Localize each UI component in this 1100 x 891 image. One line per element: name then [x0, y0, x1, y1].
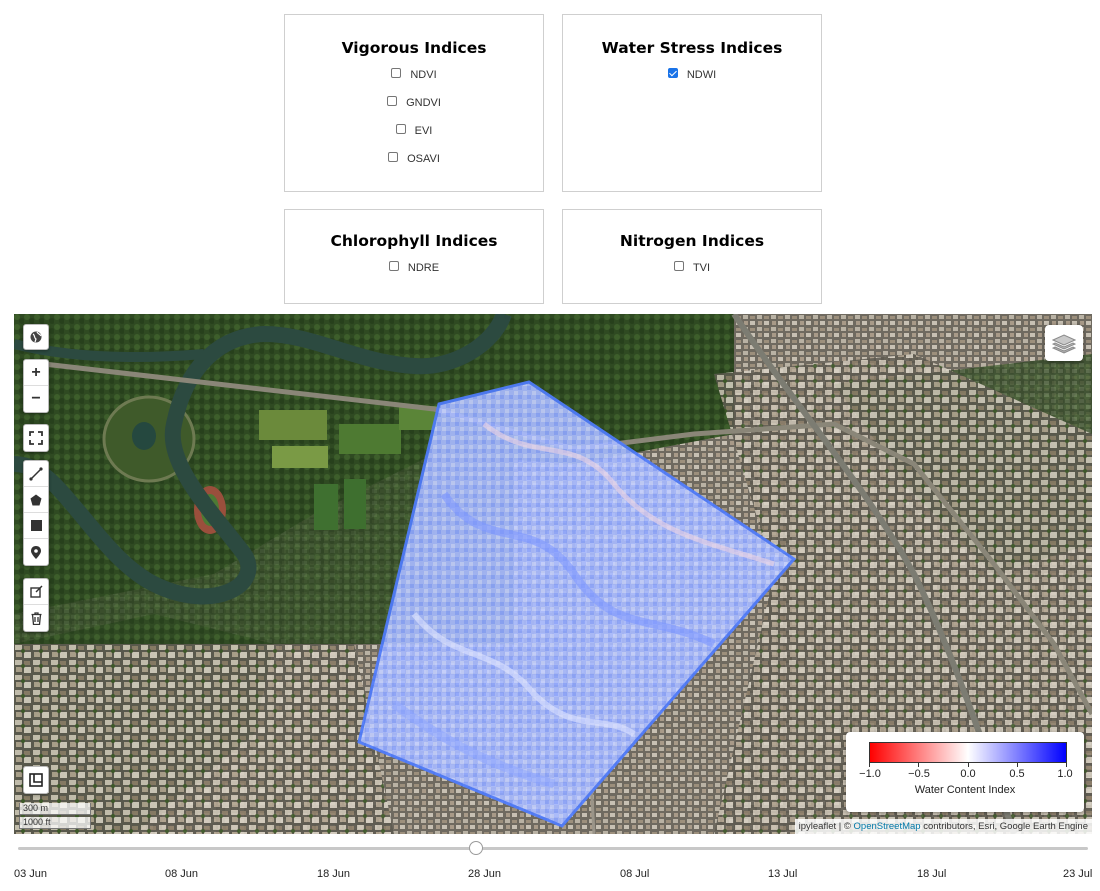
tick-mark — [1066, 763, 1067, 767]
attribution-suffix: contributors, Esri, Google Earth Engine — [920, 821, 1088, 832]
globe-icon[interactable] — [24, 325, 48, 349]
option-evi[interactable]: EVI — [285, 117, 543, 145]
zoom-control: + − — [23, 359, 49, 413]
polygon-icon[interactable] — [24, 487, 48, 513]
draw-toolbar — [23, 460, 49, 566]
date-label: 28 Jun — [468, 868, 502, 880]
tick-label: −1.0 — [859, 768, 881, 780]
edit-toolbar — [23, 578, 49, 632]
option-tvi[interactable]: TVI — [563, 254, 821, 282]
chlorophyll-indices-panel: Chlorophyll Indices NDRE — [284, 209, 544, 304]
tick-mark — [968, 763, 969, 767]
option-label: NDWI — [686, 69, 717, 81]
date-label: 08 Jun — [165, 868, 199, 880]
date-label: 13 Jul — [768, 868, 798, 880]
nitrogen-indices-panel: Nitrogen Indices TVI — [562, 209, 822, 304]
date-label: 18 Jul — [917, 868, 947, 880]
layers-icon — [1052, 334, 1076, 354]
option-label: OSAVI — [407, 153, 440, 165]
colorbar — [869, 742, 1067, 763]
option-label: GNDVI — [406, 97, 441, 109]
edit-icon[interactable] — [24, 579, 48, 605]
date-label: 23 Jul — [1063, 868, 1093, 880]
tick-mark — [869, 763, 870, 767]
scale-metric: 300 m — [19, 803, 91, 815]
date-slider-track[interactable] — [18, 847, 1088, 850]
option-gndvi[interactable]: GNDVI — [285, 89, 543, 117]
colorbar-legend: −1.0 −0.5 0.0 0.5 1.0 Water Content Inde… — [846, 732, 1084, 812]
osm-link[interactable]: OpenStreetMap — [854, 821, 921, 832]
polyline-icon[interactable] — [24, 461, 48, 487]
zoom-in-button[interactable]: + — [24, 360, 48, 386]
tick-label: −0.5 — [908, 768, 930, 780]
tick-mark — [918, 763, 919, 767]
scale-imperial: 1000 ft — [19, 817, 91, 829]
option-label: EVI — [414, 125, 433, 137]
checkbox[interactable] — [667, 68, 678, 78]
option-label: NDVI — [410, 69, 437, 81]
option-osavi[interactable]: OSAVI — [285, 145, 543, 173]
legend-title: Water Content Index — [914, 784, 1016, 796]
fullscreen-icon[interactable] — [24, 425, 48, 451]
marker-icon[interactable] — [24, 539, 48, 565]
checkbox[interactable] — [388, 261, 399, 271]
option-ndre[interactable]: NDRE — [285, 254, 543, 282]
tick-label: 1.0 — [1057, 768, 1073, 780]
panel-title: Chlorophyll Indices — [330, 232, 498, 250]
split-map-icon[interactable] — [24, 767, 48, 793]
date-slider-thumb[interactable] — [469, 841, 483, 855]
zoom-out-button[interactable]: − — [24, 386, 48, 412]
attribution: ipyleaflet | © OpenStreetMap contributor… — [794, 819, 1092, 834]
rectangle-icon[interactable] — [24, 513, 48, 539]
option-ndwi[interactable]: NDWI — [563, 61, 821, 89]
map[interactable]: + − −1.0 −0.5 0.0 0.5 1.0 Water Content … — [14, 314, 1092, 834]
option-label: NDRE — [407, 262, 440, 274]
trash-icon[interactable] — [24, 605, 48, 631]
tick-mark — [1017, 763, 1018, 767]
option-ndvi[interactable]: NDVI — [285, 61, 543, 89]
checkbox[interactable] — [673, 261, 684, 271]
option-label: TVI — [692, 262, 711, 274]
tick-label: 0.5 — [1009, 768, 1025, 780]
attribution-prefix: ipyleaflet | © — [798, 821, 854, 832]
panel-title: Nitrogen Indices — [619, 232, 765, 250]
tick-label: 0.0 — [960, 768, 976, 780]
globe-control[interactable] — [23, 324, 49, 350]
date-label: 18 Jun — [317, 868, 351, 880]
panel-title: Vigorous Indices — [341, 39, 487, 57]
checkbox[interactable] — [391, 68, 402, 78]
panel-title: Water Stress Indices — [601, 39, 783, 57]
checkbox[interactable] — [388, 152, 399, 162]
vigorous-indices-panel: Vigorous Indices NDVI GNDVI EVI OSAVI — [284, 14, 544, 192]
water-stress-indices-panel: Water Stress Indices NDWI — [562, 14, 822, 192]
date-label: 03 Jun — [14, 868, 48, 880]
split-map-control[interactable] — [23, 766, 49, 794]
date-label: 08 Jul — [620, 868, 650, 880]
fullscreen-control[interactable] — [23, 424, 49, 452]
layers-control[interactable] — [1045, 325, 1083, 361]
checkbox[interactable] — [395, 124, 406, 134]
checkbox[interactable] — [387, 96, 398, 106]
